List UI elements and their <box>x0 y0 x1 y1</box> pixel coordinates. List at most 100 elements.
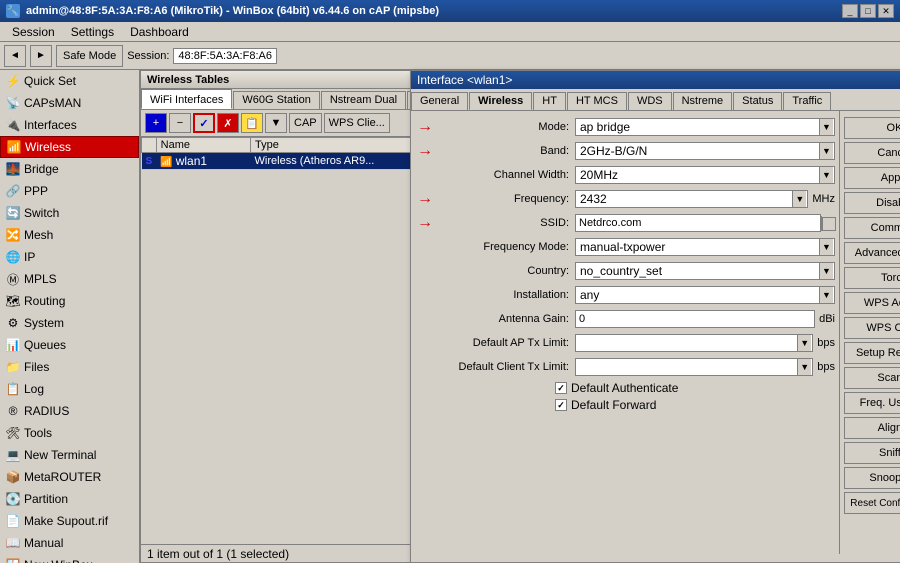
wps-client-button[interactable]: WPS Clie... <box>324 113 390 133</box>
sidebar-item-wireless[interactable]: 📶 Wireless <box>0 136 139 158</box>
ppp-icon: 🔗 <box>6 184 20 198</box>
add-button[interactable]: + <box>145 113 167 133</box>
sidebar-item-bridge[interactable]: 🌉 Bridge <box>0 158 139 180</box>
default-ap-tx-value <box>577 342 797 344</box>
minimize-button[interactable]: _ <box>842 4 858 18</box>
dialog-form: → Mode: ap bridge ▼ → Band: 2GHz-B/G/N <box>411 111 839 554</box>
default-client-tx-arrow[interactable]: ▼ <box>797 359 811 375</box>
default-client-tx-select[interactable]: ▼ <box>575 358 813 376</box>
sidebar-item-tools[interactable]: 🛠 Tools <box>0 422 139 444</box>
capsman-icon: 📡 <box>6 96 20 110</box>
make-supout-icon: 📄 <box>6 514 20 528</box>
menu-session[interactable]: Session <box>4 23 63 41</box>
sidebar-item-files[interactable]: 📁 Files <box>0 356 139 378</box>
ssid-input[interactable] <box>575 214 821 232</box>
installation-arrow[interactable]: ▼ <box>819 287 833 303</box>
default-forward-checkbox[interactable]: ✓ <box>555 399 567 411</box>
disable-button[interactable]: Disable <box>844 192 900 214</box>
sidebar-item-radius[interactable]: ® RADIUS <box>0 400 139 422</box>
forward-button[interactable]: ► <box>30 45 52 67</box>
frequency-mode-arrow[interactable]: ▼ <box>819 239 833 255</box>
wps-accept-button[interactable]: WPS Accept <box>844 292 900 314</box>
installation-row: Installation: any ▼ <box>415 285 835 305</box>
ssid-scroll-thumb[interactable] <box>822 217 836 231</box>
safe-mode-button[interactable]: Safe Mode <box>56 45 123 67</box>
dialog-tab-status[interactable]: Status <box>733 92 782 110</box>
remove-button[interactable]: − <box>169 113 191 133</box>
menu-settings[interactable]: Settings <box>63 23 122 41</box>
sidebar-item-mesh[interactable]: 🔀 Mesh <box>0 224 139 246</box>
dialog-tab-general[interactable]: General <box>411 92 468 110</box>
align-button[interactable]: Align... <box>844 417 900 439</box>
default-ap-tx-select[interactable]: ▼ <box>575 334 813 352</box>
comment-button[interactable]: Comment <box>844 217 900 239</box>
dialog-tab-ht[interactable]: HT <box>533 92 566 110</box>
frequency-select-arrow[interactable]: ▼ <box>792 191 806 207</box>
dialog-tab-ht-mcs[interactable]: HT MCS <box>567 92 627 110</box>
maximize-button[interactable]: □ <box>860 4 876 18</box>
ssid-scrollbar[interactable] <box>821 216 835 231</box>
sidebar-item-system[interactable]: ⚙ System <box>0 312 139 334</box>
reset-configuration-button[interactable]: Reset Configuration <box>844 492 900 514</box>
dialog-tab-wds[interactable]: WDS <box>628 92 672 110</box>
sidebar-item-manual[interactable]: 📖 Manual <box>0 532 139 554</box>
copy-button[interactable]: 📋 <box>241 113 263 133</box>
torch-button[interactable]: Torch <box>844 267 900 289</box>
frequency-mode-row: Frequency Mode: manual-txpower ▼ <box>415 237 835 257</box>
filter-button[interactable]: ▼ <box>265 113 287 133</box>
freq-usage-button[interactable]: Freq. Usage... <box>844 392 900 414</box>
tab-nstream-dual[interactable]: Nstream Dual <box>321 91 406 109</box>
menu-dashboard[interactable]: Dashboard <box>122 23 197 41</box>
advanced-mode-button[interactable]: Advanced Mode <box>844 242 900 264</box>
country-select[interactable]: no_country_set ▼ <box>575 262 835 280</box>
band-select[interactable]: 2GHz-B/G/N ▼ <box>575 142 835 160</box>
sidebar-item-mpls[interactable]: Ⓜ MPLS <box>0 268 139 290</box>
ok-button[interactable]: OK <box>844 117 900 139</box>
channel-width-arrow[interactable]: ▼ <box>819 167 833 183</box>
sidebar-item-partition[interactable]: 💽 Partition <box>0 488 139 510</box>
sidebar-item-ppp[interactable]: 🔗 PPP <box>0 180 139 202</box>
apply-button[interactable]: Apply <box>844 167 900 189</box>
sidebar-item-meta-router[interactable]: 📦 MetaROUTER <box>0 466 139 488</box>
frequency-mode-select[interactable]: manual-txpower ▼ <box>575 238 835 256</box>
sidebar-item-capsman[interactable]: 📡 CAPsMAN <box>0 92 139 114</box>
antenna-gain-input[interactable] <box>575 310 815 328</box>
sniff-button[interactable]: Sniff... <box>844 442 900 464</box>
sidebar-item-make-supout[interactable]: 📄 Make Supout.rif <box>0 510 139 532</box>
sidebar-item-routing[interactable]: 🗺 Routing <box>0 290 139 312</box>
dialog-tab-wireless[interactable]: Wireless <box>469 92 532 110</box>
default-authenticate-checkbox[interactable]: ✓ <box>555 382 567 394</box>
snooper-button[interactable]: Snooper... <box>844 467 900 489</box>
cancel-button[interactable]: Cancel <box>844 142 900 164</box>
sidebar-item-new-terminal[interactable]: 💻 New Terminal <box>0 444 139 466</box>
frequency-select[interactable]: 2432 ▼ <box>575 190 808 208</box>
sidebar-item-new-winbox[interactable]: 🪟 New WinBox <box>0 554 139 563</box>
wps-client-button[interactable]: WPS Client <box>844 317 900 339</box>
mode-select-arrow[interactable]: ▼ <box>819 119 833 135</box>
default-ap-tx-arrow[interactable]: ▼ <box>797 335 811 351</box>
content-area: MT Wireless Tables WiFi Interfaces W60G … <box>140 70 900 563</box>
back-button[interactable]: ◄ <box>4 45 26 67</box>
scan-button[interactable]: Scan... <box>844 367 900 389</box>
sidebar-item-queues[interactable]: 📊 Queues <box>0 334 139 356</box>
disable-button[interactable]: ✗ <box>217 113 239 133</box>
channel-width-select[interactable]: 20MHz ▼ <box>575 166 835 184</box>
mode-select[interactable]: ap bridge ▼ <box>575 118 835 136</box>
country-arrow[interactable]: ▼ <box>819 263 833 279</box>
close-button[interactable]: ✕ <box>878 4 894 18</box>
sidebar-item-log[interactable]: 📋 Log <box>0 378 139 400</box>
setup-repeater-button[interactable]: Setup Repeater <box>844 342 900 364</box>
enable-button[interactable]: ✓ <box>193 113 215 133</box>
sidebar-item-ip[interactable]: 🌐 IP <box>0 246 139 268</box>
installation-select[interactable]: any ▼ <box>575 286 835 304</box>
dialog-tab-nstreme[interactable]: Nstreme <box>673 92 733 110</box>
tab-w60g-station[interactable]: W60G Station <box>233 91 319 109</box>
cap-button[interactable]: CAP <box>289 113 322 133</box>
band-select-arrow[interactable]: ▼ <box>819 143 833 159</box>
tab-wifi-interfaces[interactable]: WiFi Interfaces <box>141 89 232 109</box>
sidebar-item-quick-set[interactable]: ⚡ Quick Set <box>0 70 139 92</box>
dialog-tab-traffic[interactable]: Traffic <box>783 92 831 110</box>
default-client-tx-value <box>577 366 797 368</box>
sidebar-item-interfaces[interactable]: 🔌 Interfaces <box>0 114 139 136</box>
sidebar-item-switch[interactable]: 🔄 Switch <box>0 202 139 224</box>
